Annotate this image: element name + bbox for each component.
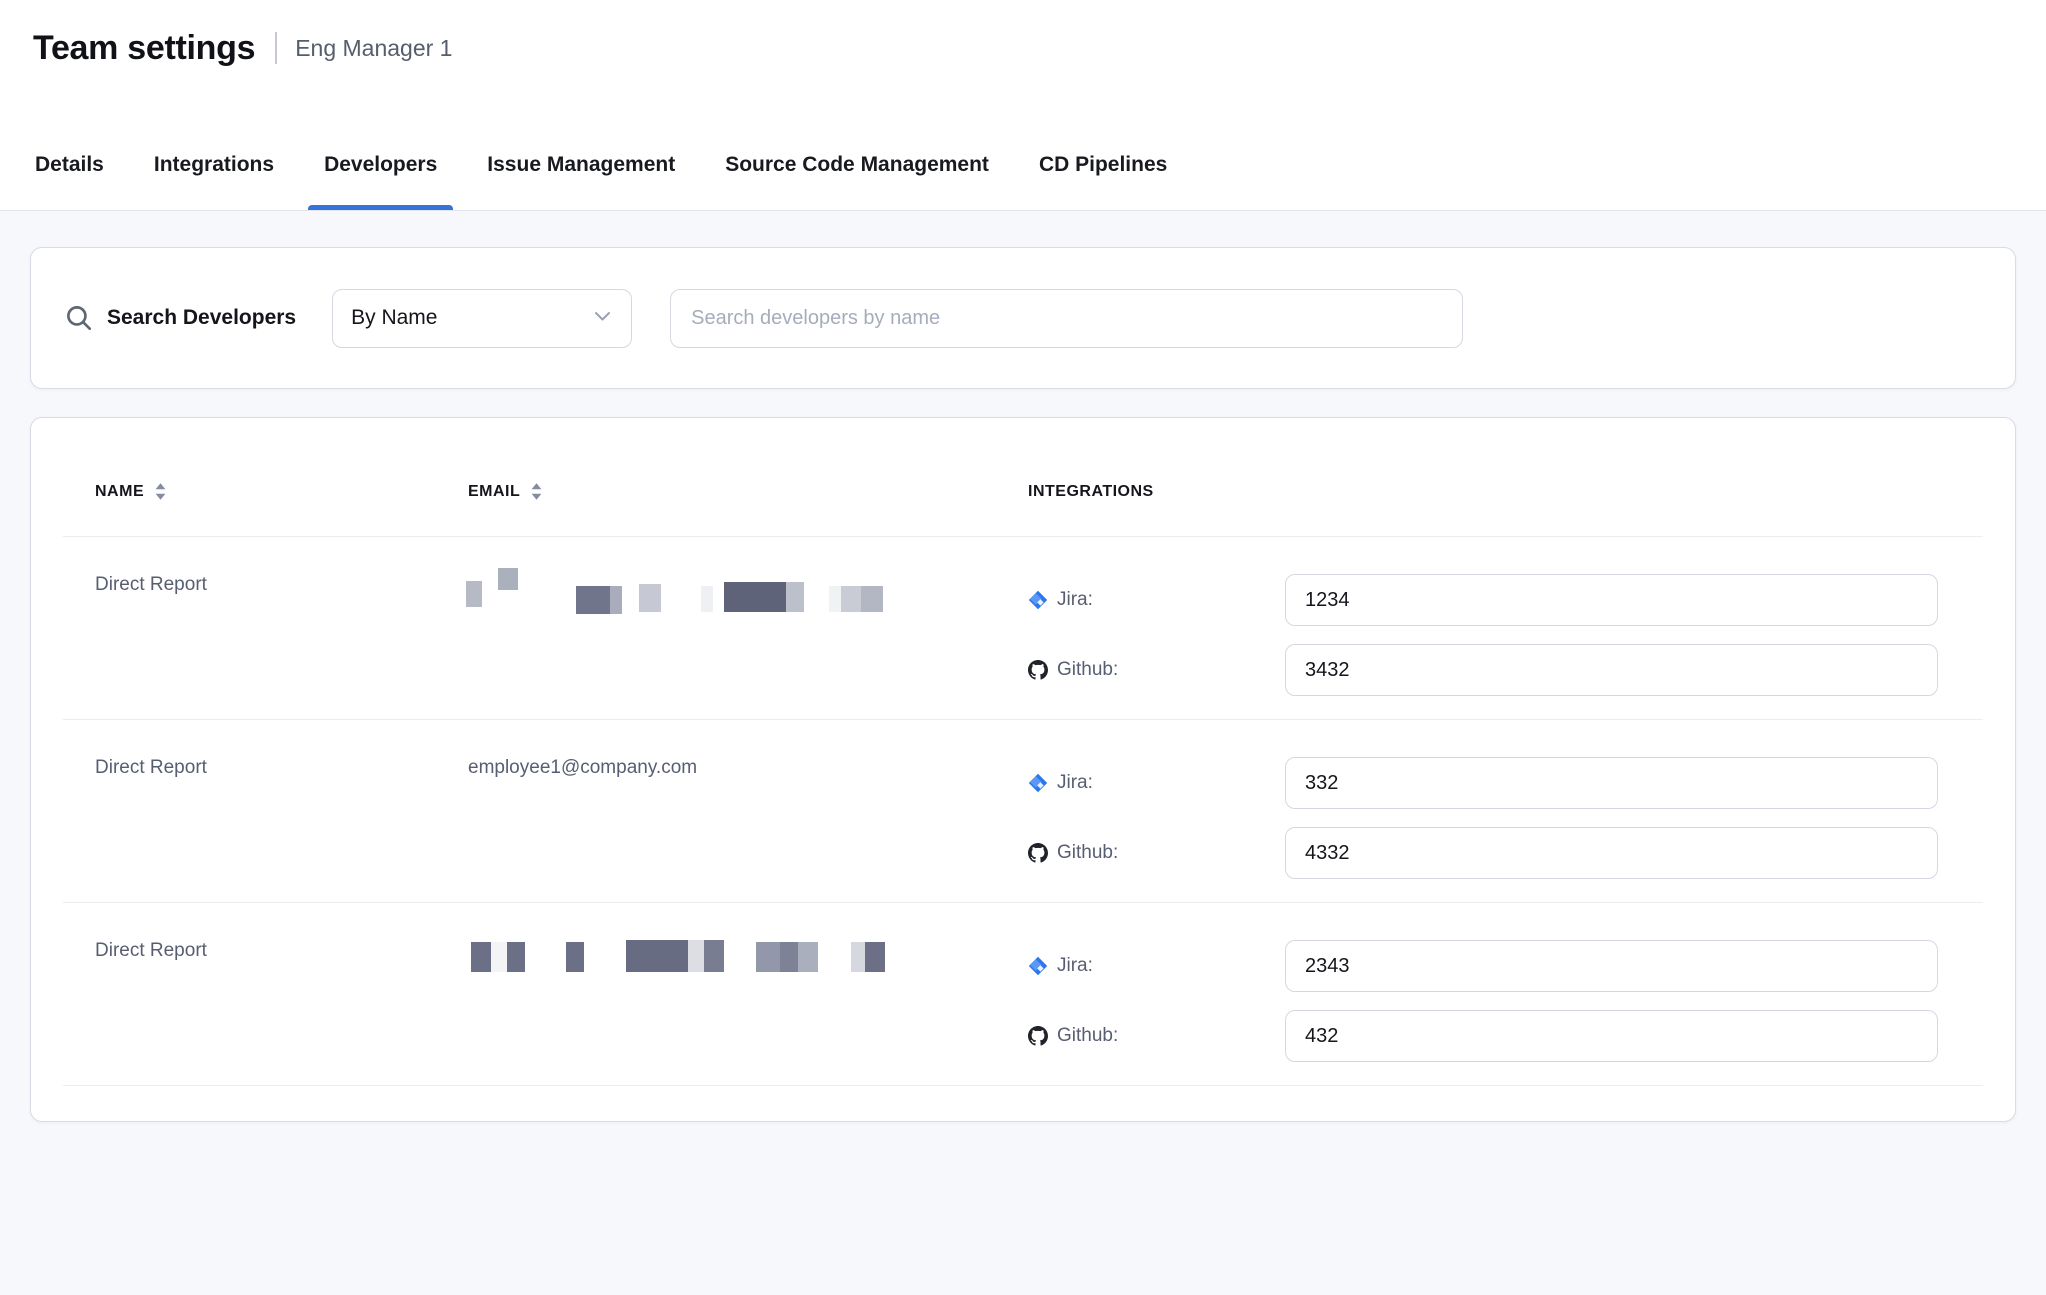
jira-integration: Jira: (1028, 574, 1938, 626)
github-integration: Github: (1028, 827, 1938, 879)
column-header-email[interactable]: EMAIL (468, 482, 1028, 501)
table-row: Direct Report employee1@company.com Jira… (63, 719, 1983, 903)
developer-integrations: Jira: Github: (1028, 567, 1983, 696)
search-icon (64, 303, 94, 333)
developer-email (468, 567, 1028, 696)
sort-icon[interactable] (154, 482, 167, 501)
jira-id-input[interactable] (1285, 940, 1938, 992)
chevron-down-icon (594, 309, 611, 327)
developer-integrations: Jira: Github: (1028, 750, 1983, 879)
github-label: Github: (1057, 659, 1118, 681)
tab-cd-pipelines[interactable]: CD Pipelines (1023, 130, 1183, 210)
jira-id-input[interactable] (1285, 757, 1938, 809)
jira-icon (1028, 773, 1048, 793)
jira-integration: Jira: (1028, 757, 1938, 809)
github-id-input[interactable] (1285, 644, 1938, 696)
github-id-input[interactable] (1285, 1010, 1938, 1062)
redacted-email (468, 940, 1028, 986)
search-filter-select[interactable]: By Name (332, 289, 632, 348)
tab-integrations[interactable]: Integrations (138, 130, 290, 210)
jira-label: Jira: (1057, 589, 1093, 611)
team-name: Eng Manager 1 (295, 35, 452, 62)
content-area: Search Developers By Name NAME EMAIL (0, 211, 2046, 1295)
table-body: Direct Report Jira: (63, 536, 1983, 1086)
search-panel: Search Developers By Name (30, 247, 2016, 389)
page-title: Team settings (33, 29, 255, 68)
jira-label: Jira: (1057, 772, 1093, 794)
developers-table: NAME EMAIL INTEGRATIONS Direct Report (30, 417, 2016, 1122)
github-integration: Github: (1028, 1010, 1938, 1062)
developer-integrations: Jira: Github: (1028, 933, 1983, 1062)
jira-icon (1028, 956, 1048, 976)
jira-integration: Jira: (1028, 940, 1938, 992)
github-icon (1028, 660, 1048, 680)
page-header: Team settings Eng Manager 1 (0, 0, 2046, 130)
tab-issue-management[interactable]: Issue Management (471, 130, 691, 210)
developer-email: employee1@company.com (468, 750, 1028, 879)
developer-name: Direct Report (63, 933, 468, 1062)
github-label: Github: (1057, 842, 1118, 864)
title-separator (275, 32, 277, 64)
developer-name: Direct Report (63, 567, 468, 696)
jira-icon (1028, 590, 1048, 610)
table-row: Direct Report Jira: (63, 902, 1983, 1086)
column-header-integrations: INTEGRATIONS (1028, 483, 1983, 501)
github-id-input[interactable] (1285, 827, 1938, 879)
github-integration: Github: (1028, 644, 1938, 696)
search-input[interactable] (670, 289, 1463, 348)
developer-name: Direct Report (63, 750, 468, 879)
jira-id-input[interactable] (1285, 574, 1938, 626)
tab-bar: Details Integrations Developers Issue Ma… (0, 130, 2046, 211)
active-tab-underline (308, 205, 453, 210)
redacted-email (468, 574, 1028, 620)
tab-developers[interactable]: Developers (308, 130, 453, 210)
table-row: Direct Report Jira: (63, 536, 1983, 720)
tab-details[interactable]: Details (19, 130, 120, 210)
tab-source-code-management[interactable]: Source Code Management (709, 130, 1005, 210)
search-developers-label: Search Developers (107, 306, 296, 330)
github-label: Github: (1057, 1025, 1118, 1047)
sort-icon[interactable] (530, 482, 543, 501)
table-header-row: NAME EMAIL INTEGRATIONS (63, 418, 1983, 537)
search-filter-value: By Name (351, 306, 437, 330)
column-header-name[interactable]: NAME (63, 482, 468, 501)
jira-label: Jira: (1057, 955, 1093, 977)
developer-email (468, 933, 1028, 1062)
github-icon (1028, 843, 1048, 863)
github-icon (1028, 1026, 1048, 1046)
